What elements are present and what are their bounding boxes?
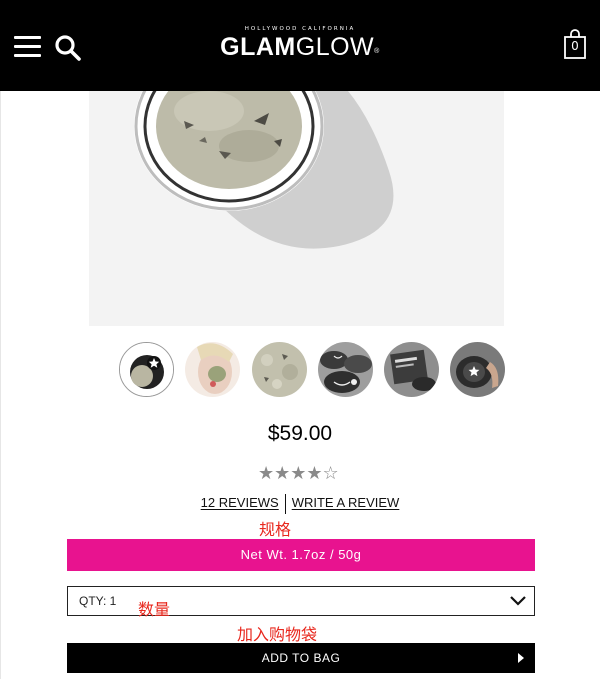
annotation-quantity: 数量 <box>138 600 171 619</box>
star-rating-filled: ★★★★ <box>258 463 323 484</box>
product-hero-image <box>89 91 504 326</box>
star-rating-empty: ☆ <box>322 463 339 484</box>
thumbnail-jars-grouped[interactable] <box>318 342 373 397</box>
review-links: 12 REVIEWS WRITE A REVIEW <box>0 494 600 514</box>
thumbnail-model-face[interactable] <box>185 342 240 397</box>
add-to-bag-label: ADD TO BAG <box>261 651 341 665</box>
logo-tagline: HOLLYWOOD CALIFORNIA <box>244 26 356 32</box>
write-review-link[interactable]: WRITE A REVIEW <box>286 495 406 510</box>
menu-icon[interactable] <box>14 36 41 58</box>
logo-wordmark: GLAMGLOW® <box>220 33 380 61</box>
quantity-label: QTY: 1 <box>79 594 117 608</box>
bag-count: 0 <box>571 39 579 53</box>
annotation-add-to-bag: 加入购物袋 <box>237 625 318 644</box>
thumbnail-strip <box>119 342 509 398</box>
annotation-spec: 规格 <box>259 520 292 539</box>
shopping-bag-icon[interactable]: 0 <box>563 28 587 60</box>
thumbnail-hand-jar[interactable] <box>450 342 505 397</box>
thumbnail-jar-open[interactable] <box>119 342 174 397</box>
page-edge-divider <box>0 91 1 679</box>
star-rating: ★★★★☆ <box>258 465 344 483</box>
search-icon[interactable] <box>54 34 82 62</box>
size-option-button[interactable]: Net Wt. 1.7oz / 50g <box>67 539 535 571</box>
product-price: $59.00 <box>267 422 333 445</box>
play-arrow-icon <box>518 653 524 663</box>
chevron-down-icon <box>510 596 526 606</box>
add-to-bag-button[interactable]: ADD TO BAG <box>67 643 535 673</box>
reviews-link[interactable]: 12 REVIEWS <box>195 495 285 510</box>
thumbnail-mask-texture[interactable] <box>252 342 307 397</box>
site-header: HOLLYWOOD CALIFORNIA GLAMGLOW® 0 <box>0 0 600 91</box>
thumbnail-product-box[interactable] <box>384 342 439 397</box>
glamglow-logo[interactable]: HOLLYWOOD CALIFORNIA GLAMGLOW® <box>205 25 395 65</box>
